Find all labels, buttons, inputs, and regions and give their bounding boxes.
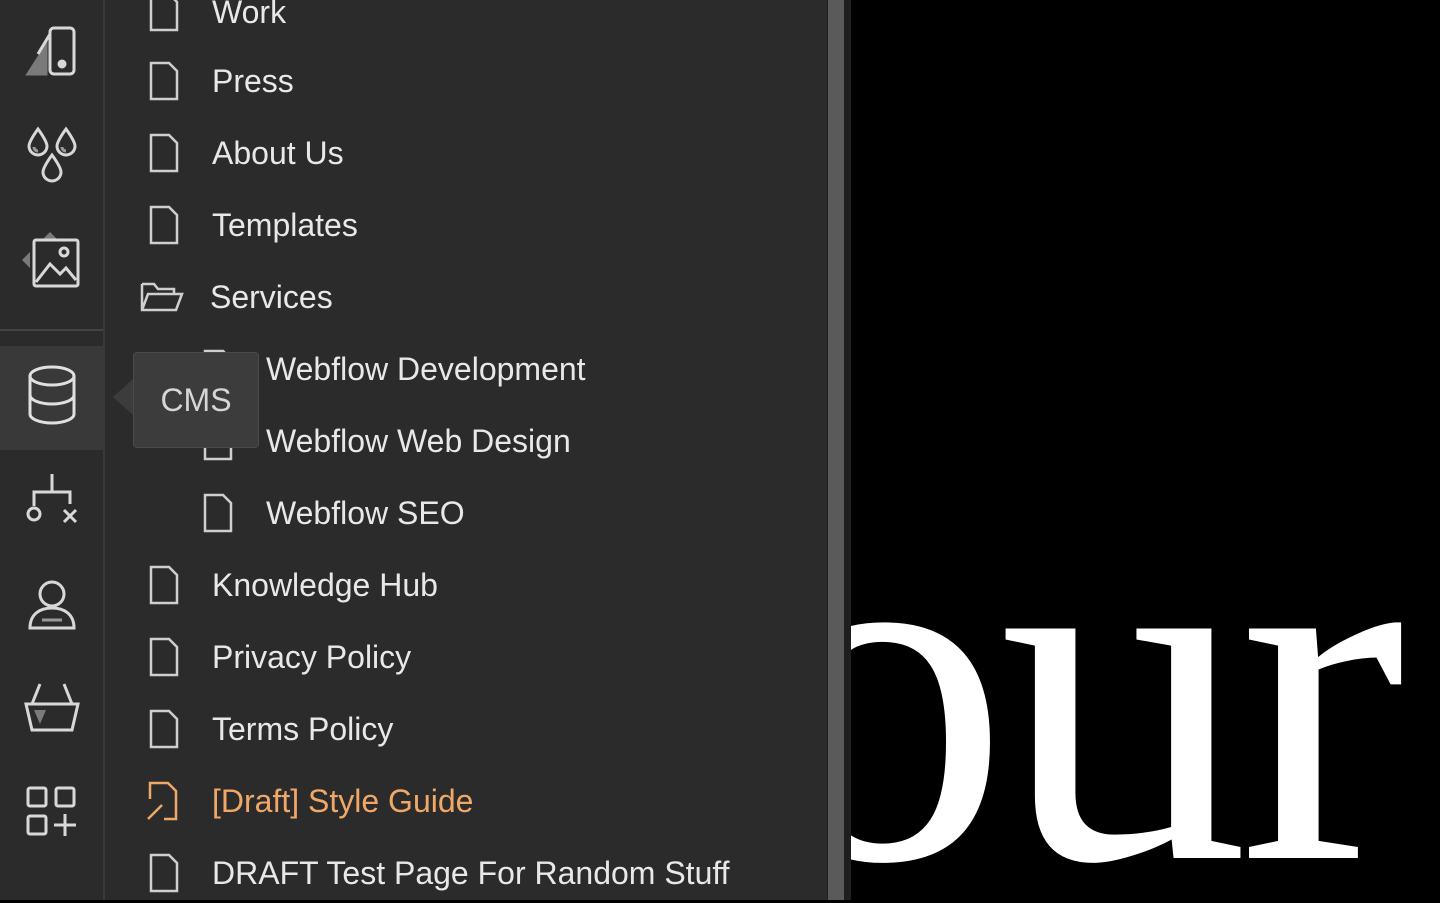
logic-flow-icon bbox=[22, 470, 82, 535]
page-label: Press bbox=[212, 62, 294, 99]
page-icon bbox=[142, 635, 186, 679]
tooltip-arrow bbox=[113, 379, 133, 415]
cms-tooltip: CMS bbox=[133, 352, 259, 448]
style-guide-icon bbox=[24, 24, 80, 85]
folder-item-services[interactable]: Services bbox=[140, 267, 333, 327]
page-label: Templates bbox=[212, 206, 358, 243]
page-label: Privacy Policy bbox=[212, 638, 412, 675]
page-item-templates[interactable]: Templates bbox=[142, 195, 358, 255]
page-label: Terms Policy bbox=[212, 710, 394, 747]
variables-button[interactable] bbox=[0, 106, 103, 210]
users-button[interactable] bbox=[0, 554, 103, 658]
page-icon bbox=[142, 563, 186, 607]
page-icon bbox=[142, 707, 186, 751]
page-label: Webflow SEO bbox=[266, 494, 465, 531]
page-icon bbox=[142, 131, 186, 175]
page-item-webflow-seo[interactable]: Webflow SEO bbox=[196, 483, 465, 543]
page-icon bbox=[142, 0, 186, 34]
cms-button[interactable] bbox=[0, 346, 103, 450]
page-icon bbox=[196, 491, 240, 535]
apps-icon bbox=[24, 784, 80, 845]
page-item-terms-policy[interactable]: Terms Policy bbox=[142, 699, 393, 759]
page-label: Work bbox=[212, 0, 287, 30]
page-item-privacy-policy[interactable]: Privacy Policy bbox=[142, 627, 411, 687]
page-icon bbox=[142, 59, 186, 103]
users-icon bbox=[24, 576, 80, 637]
page-item-draft-test-page[interactable]: DRAFT Test Page For Random Stuff bbox=[142, 843, 730, 903]
toolbar-divider bbox=[0, 329, 103, 331]
assets-icon bbox=[20, 230, 84, 295]
left-toolbar bbox=[0, 0, 105, 900]
page-label: About Us bbox=[212, 134, 344, 171]
design-canvas[interactable]: our T bbox=[851, 0, 1440, 900]
page-label: [Draft] Style Guide bbox=[212, 782, 474, 819]
folder-open-icon bbox=[140, 275, 184, 319]
page-icon bbox=[142, 203, 186, 247]
canvas-heading-text: our T bbox=[851, 413, 1440, 900]
apps-button[interactable] bbox=[0, 762, 103, 866]
ecommerce-basket-icon bbox=[22, 680, 82, 741]
page-item-press[interactable]: Press bbox=[142, 51, 294, 111]
scrollbar-thumb[interactable] bbox=[828, 0, 844, 900]
page-item-about-us[interactable]: About Us bbox=[142, 123, 344, 183]
variables-icon bbox=[24, 125, 80, 192]
page-item-draft-style-guide[interactable]: [Draft] Style Guide bbox=[142, 771, 473, 831]
ecommerce-button[interactable] bbox=[0, 658, 103, 762]
logic-button[interactable] bbox=[0, 450, 103, 554]
draft-page-icon bbox=[142, 779, 186, 823]
assets-button[interactable] bbox=[0, 210, 103, 314]
page-item-work[interactable]: Work bbox=[142, 0, 286, 42]
page-label: DRAFT Test Page For Random Stuff bbox=[212, 854, 730, 891]
page-icon bbox=[142, 851, 186, 895]
page-label: Knowledge Hub bbox=[212, 566, 438, 603]
page-label: Webflow Development bbox=[266, 350, 586, 387]
folder-label: Services bbox=[210, 278, 333, 315]
style-guide-button[interactable] bbox=[0, 2, 103, 106]
cms-database-icon bbox=[24, 364, 80, 433]
page-label: Webflow Web Design bbox=[266, 422, 571, 459]
page-item-knowledge-hub[interactable]: Knowledge Hub bbox=[142, 555, 438, 615]
